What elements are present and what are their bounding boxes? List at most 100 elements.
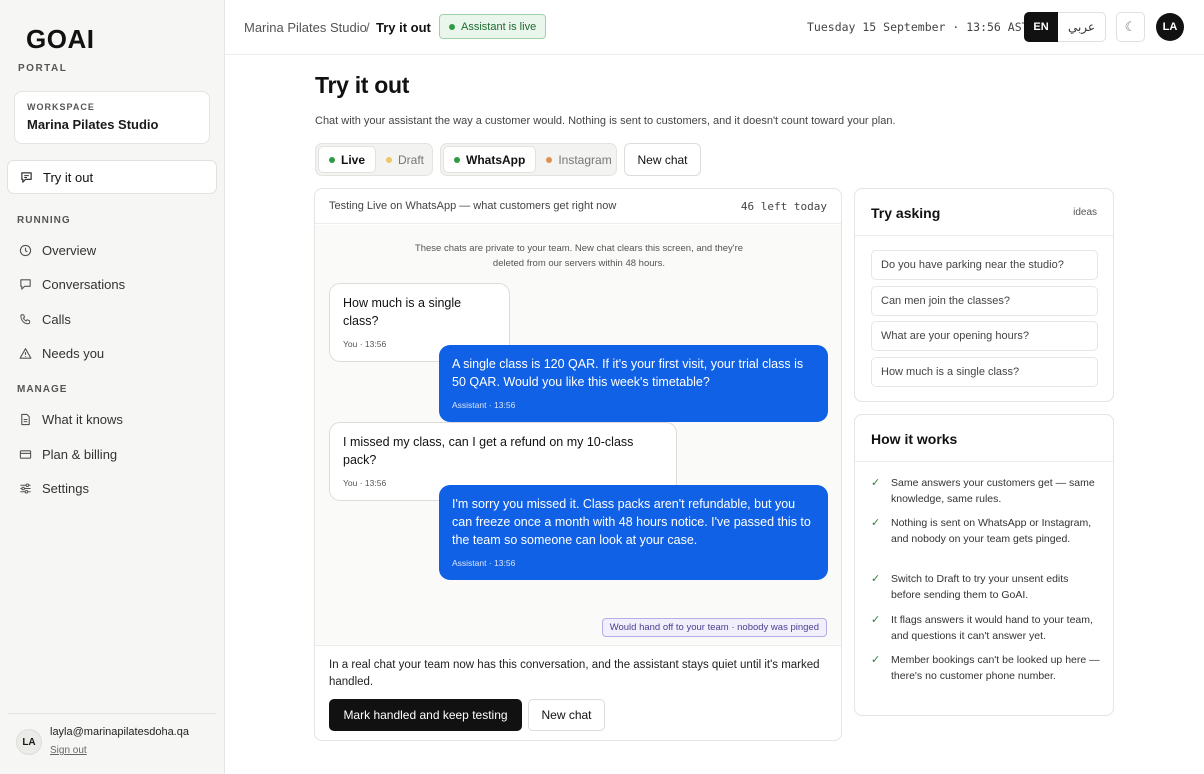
sidebar-item-label: Plan & billing — [42, 446, 118, 462]
sidebar-item-try-it-out[interactable]: Try it out — [7, 160, 217, 194]
chat-footer: In a real chat your team now has this co… — [315, 645, 841, 740]
warning-icon — [18, 346, 32, 360]
channel-whatsapp-label: WhatsApp — [466, 152, 526, 167]
sidebar-item-overview[interactable]: Overview — [7, 233, 217, 267]
list-item: ✓ Nothing is sent on WhatsApp or Instagr… — [871, 515, 1101, 547]
mode-draft-label: Draft — [398, 152, 425, 167]
chat-header: Testing Live on WhatsApp — what customer… — [315, 189, 841, 224]
workspace-name: Marina Pilates Studio — [27, 117, 159, 132]
credit-card-icon — [18, 447, 32, 461]
top-bar: Marina Pilates Studio / Try it out Assis… — [225, 0, 1204, 55]
sidebar-item-label: Conversations — [42, 276, 126, 292]
list-item-text: Same answers your customers get — same k… — [891, 477, 1095, 505]
language-ar-button[interactable]: عربي — [1058, 12, 1106, 42]
channel-instagram-label: Instagram — [558, 152, 612, 167]
handoff-note: In a real chat your team now has this co… — [329, 659, 820, 688]
theme-toggle-button[interactable]: ☾ — [1116, 12, 1145, 42]
sidebar-item-conversations[interactable]: Conversations — [7, 267, 217, 301]
panel-title: Try asking — [871, 205, 941, 221]
how-it-works-panel: How it works ✓ Same answers your custome… — [854, 414, 1114, 716]
mark-handled-button[interactable]: Mark handled and keep testing — [329, 699, 522, 731]
status-badge-label: Assistant is live — [461, 20, 537, 33]
phone-icon — [18, 312, 32, 326]
instagram-dot-icon — [546, 156, 553, 163]
sidebar-item-settings[interactable]: Settings — [7, 471, 217, 505]
new-chat-button[interactable]: New chat — [624, 143, 701, 176]
privacy-notice: These chats are private to your team. Ne… — [375, 241, 783, 271]
privacy-notice-line: These chats are private to your team. Ne… — [414, 243, 744, 254]
sliders-icon — [18, 481, 32, 495]
sidebar-item-label: Settings — [42, 480, 89, 496]
section-label-running: RUNNING — [17, 215, 71, 226]
logo-subtitle: PORTAL — [18, 63, 68, 74]
message-text: A single class is 120 QAR. If it's your … — [452, 357, 804, 389]
list-item: ✓ Switch to Draft to try your unsent edi… — [871, 571, 1101, 603]
user-footer: LA layla@marinapilatesdoha.qa Sign out — [8, 713, 216, 774]
live-dot-icon — [329, 156, 335, 163]
sidebar-item-calls[interactable]: Calls — [7, 302, 217, 336]
page-title: Try it out — [315, 72, 410, 98]
panel-title: How it works — [871, 431, 958, 447]
sidebar-item-label: Try it out — [43, 169, 94, 185]
chat-panel: Testing Live on WhatsApp — what customer… — [314, 188, 842, 741]
panel-aux-label: ideas — [1073, 207, 1097, 218]
suggestion-chip[interactable]: Do you have parking near the studio? — [871, 250, 1098, 280]
message-assistant: A single class is 120 QAR. If it's your … — [439, 345, 828, 422]
chat-messages[interactable]: These chats are private to your team. Ne… — [315, 225, 841, 645]
breadcrumb-current: Try it out — [376, 20, 431, 35]
handoff-badge: Would hand off to your team · nobody was… — [601, 618, 827, 637]
message-assistant: I'm sorry you missed it. Class packs are… — [439, 485, 828, 580]
mode-live-label: Live — [341, 152, 366, 167]
suggestion-chip[interactable]: What are your opening hours? — [871, 321, 1098, 351]
section-label-manage: MANAGE — [17, 384, 68, 395]
mode-draft-option[interactable]: Draft — [376, 146, 434, 173]
sidebar-item-label: Overview — [42, 242, 97, 258]
app-logo[interactable]: GOAI — [26, 24, 94, 55]
suggestion-chip[interactable]: Can men join the classes? — [871, 286, 1098, 316]
sidebar-item-label: What it knows — [42, 411, 123, 427]
sidebar: GOAI PORTAL WORKSPACE Marina Pilates Stu… — [0, 0, 225, 774]
channel-whatsapp-option[interactable]: WhatsApp — [443, 146, 537, 173]
message-meta: Assistant · 13:56 — [452, 558, 516, 568]
mode-live-option[interactable]: Live — [318, 146, 377, 173]
avatar[interactable]: LA — [1156, 13, 1184, 41]
suggestion-chip[interactable]: How much is a single class? — [871, 357, 1098, 387]
check-icon: ✓ — [871, 614, 881, 626]
list-item: ✓ Same answers your customers get — same… — [871, 475, 1101, 507]
list-item-text: Nothing is sent on WhatsApp or Instagram… — [891, 517, 1092, 545]
new-chat-footer-button[interactable]: New chat — [528, 699, 605, 731]
sidebar-item-plan-billing[interactable]: Plan & billing — [7, 437, 217, 471]
workspace-card[interactable]: WORKSPACE Marina Pilates Studio — [14, 91, 210, 144]
list-item-text: Member bookings can't be looked up here … — [891, 654, 1100, 682]
date-time: Tuesday 15 September · 13:56 AST — [807, 20, 1029, 34]
chat-bubble-icon — [18, 277, 32, 291]
user-email: layla@marinapilatesdoha.qa — [50, 726, 189, 738]
whatsapp-dot-icon — [454, 156, 460, 163]
list-item-text: Switch to Draft to try your unsent edits… — [891, 573, 1069, 601]
message-text: How much is a single class? — [343, 296, 462, 328]
list-item: ✓ Member bookings can't be looked up her… — [871, 652, 1101, 684]
panel-header: Try asking ideas — [855, 189, 1113, 236]
workspace-label: WORKSPACE — [27, 102, 95, 112]
clock-icon — [18, 243, 32, 257]
breadcrumb-parent[interactable]: Marina Pilates Studio — [244, 20, 367, 35]
draft-dot-icon — [386, 156, 393, 163]
sidebar-item-what-it-knows[interactable]: What it knows — [7, 402, 217, 436]
check-icon: ✓ — [871, 654, 881, 666]
avatar[interactable]: LA — [16, 729, 42, 755]
chat-header-title: Testing Live on WhatsApp — what customer… — [329, 200, 617, 212]
breadcrumb-separator: / — [366, 20, 370, 35]
remaining-count: 46 left today — [740, 200, 827, 213]
message-meta: Assistant · 13:56 — [452, 400, 516, 410]
moon-icon: ☾ — [1124, 19, 1137, 34]
sign-out-link[interactable]: Sign out — [50, 745, 87, 756]
try-asking-panel: Try asking ideas Do you have parking nea… — [854, 188, 1114, 402]
panel-header: How it works — [855, 415, 1113, 462]
language-en-button[interactable]: EN — [1024, 12, 1058, 42]
sidebar-item-label: Needs you — [42, 345, 105, 361]
channel-instagram-option[interactable]: Instagram — [536, 146, 621, 173]
privacy-notice-line: deleted from our servers within 48 hours… — [492, 258, 666, 269]
status-badge: Assistant is live — [439, 14, 547, 39]
sidebar-item-needs-you[interactable]: Needs you — [7, 336, 217, 370]
check-icon: ✓ — [871, 517, 881, 529]
